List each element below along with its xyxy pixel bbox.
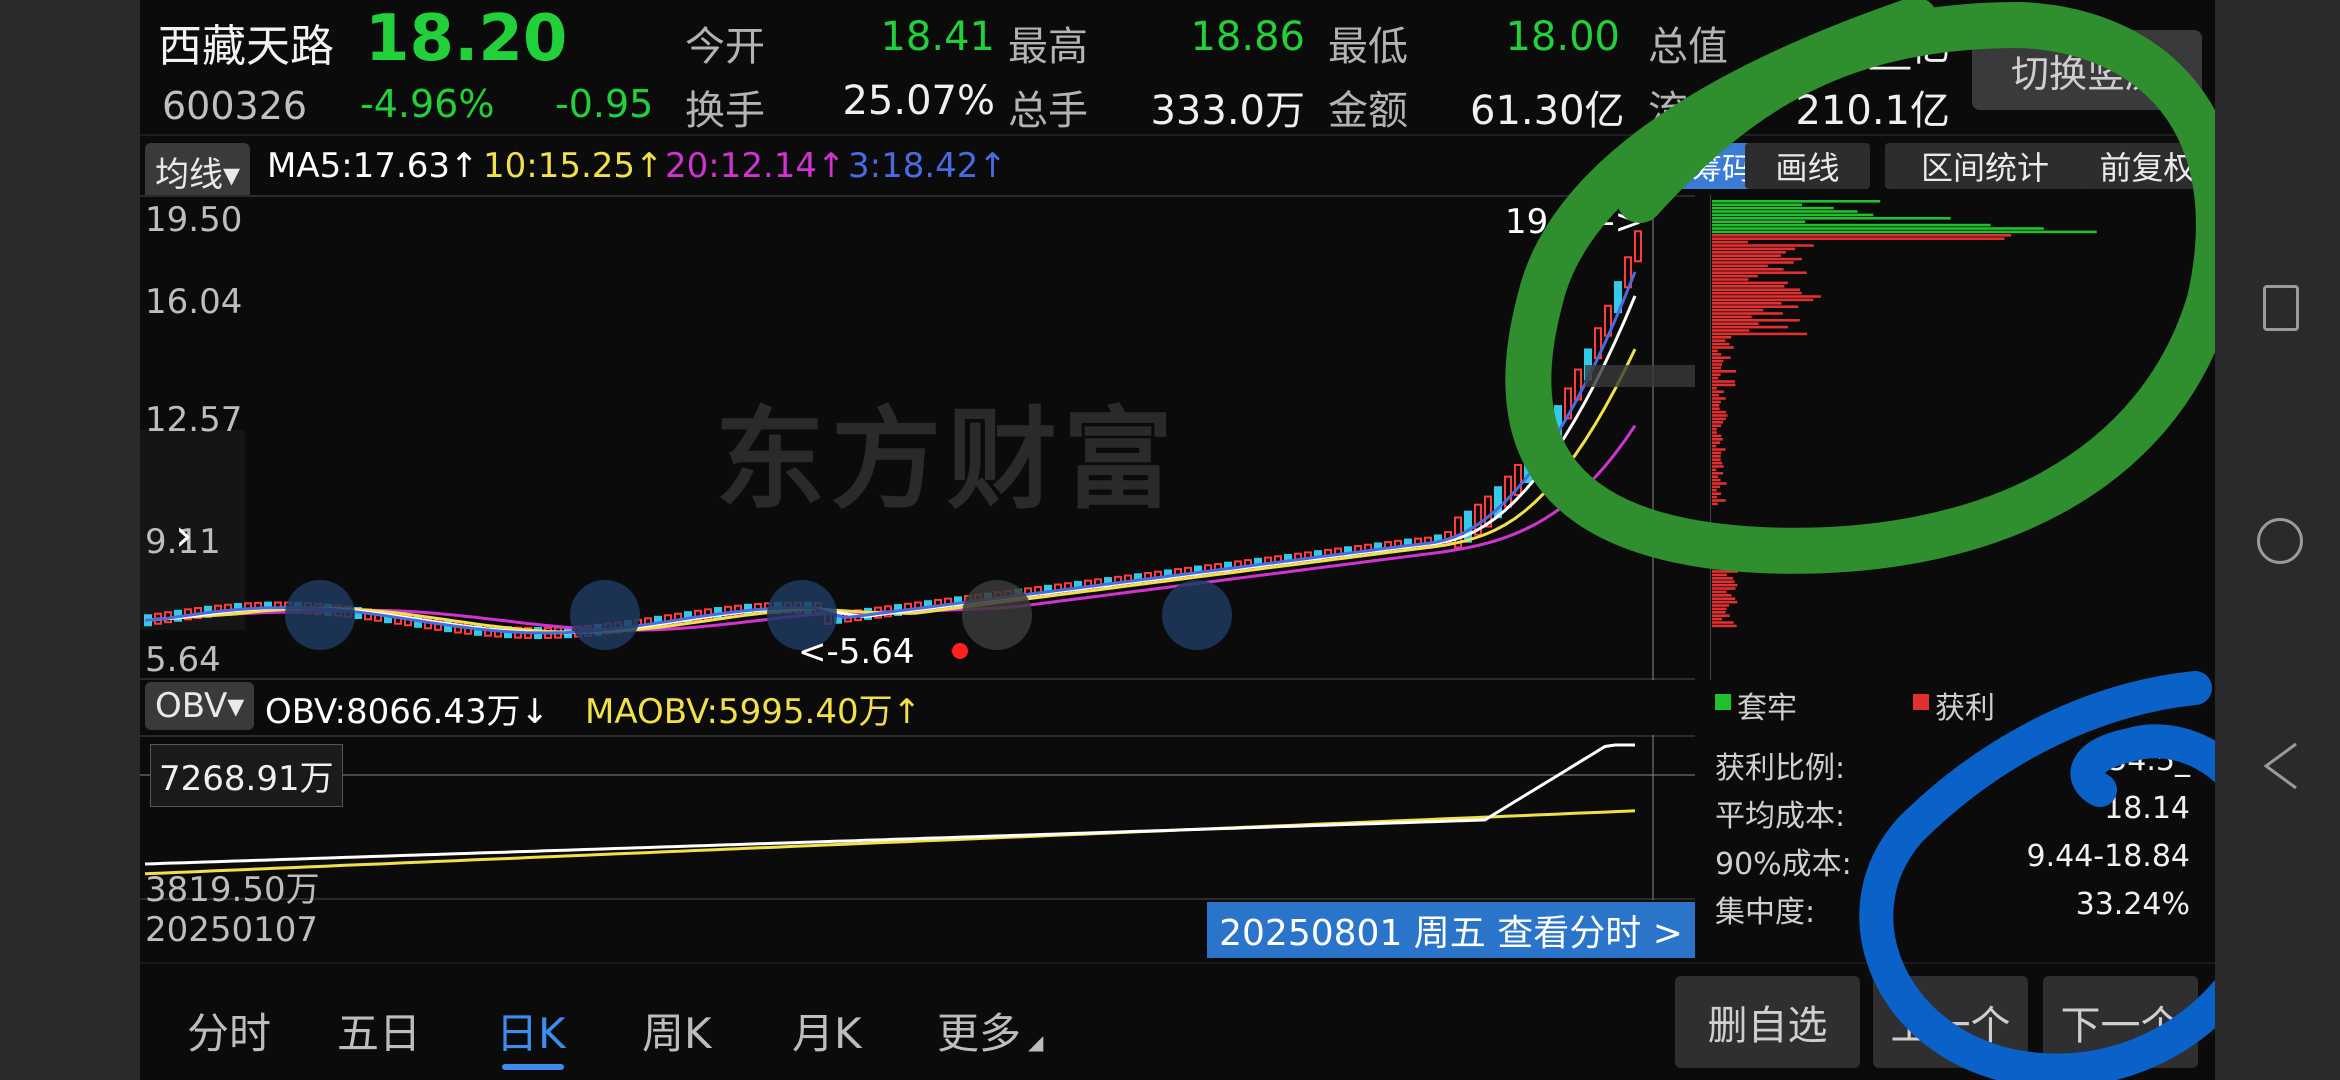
annotation-overlay <box>140 0 2215 1080</box>
green-scribble <box>1528 20 2215 551</box>
status-bar-left <box>0 0 140 1080</box>
blue-scribble <box>1876 688 2215 1071</box>
back-icon[interactable] <box>2260 740 2300 792</box>
stock-detail-app: 西藏天路 18.20 600326 -4.96% -0.95 今开 18.41 … <box>140 0 2215 1080</box>
system-nav-bar <box>2215 0 2340 1080</box>
recent-apps-icon[interactable] <box>2263 285 2299 331</box>
home-icon[interactable] <box>2257 518 2303 564</box>
